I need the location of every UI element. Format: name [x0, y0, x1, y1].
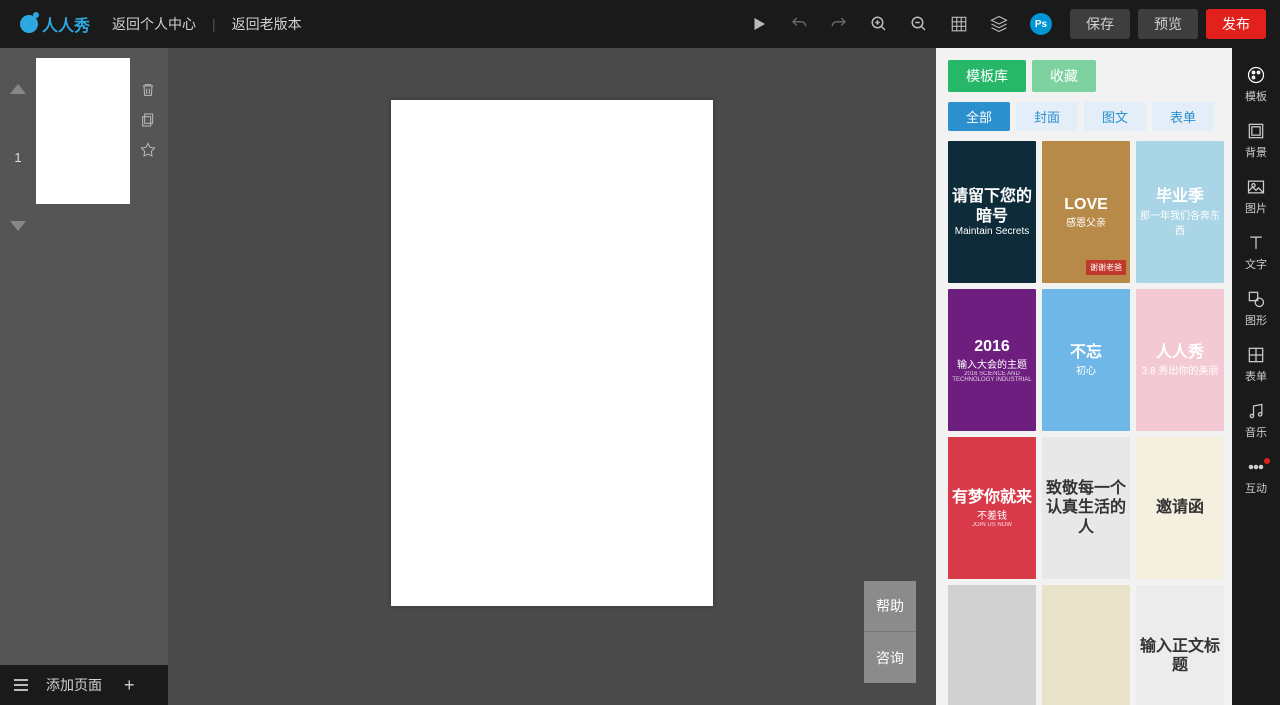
logo-text: 人人秀 — [42, 12, 90, 36]
template-panel: 模板库 收藏 全部 封面 图文 表单 请留下您的暗号Maintain Secre… — [936, 48, 1232, 705]
photoshop-icon[interactable]: Ps — [1030, 13, 1052, 35]
add-page-label[interactable]: 添加页面 — [46, 675, 102, 695]
delete-page-icon[interactable] — [140, 82, 156, 98]
template-card[interactable]: 请留下您的暗号Maintain Secrets — [948, 141, 1036, 283]
undo-icon[interactable] — [790, 15, 808, 33]
layers-icon[interactable] — [990, 15, 1008, 33]
sidebar-label: 图片 — [1245, 200, 1267, 216]
template-card[interactable]: LOVE感恩父亲谢谢老爸 — [1042, 141, 1130, 283]
template-card[interactable]: 致敬每一个认真生活的人 — [1042, 437, 1130, 579]
filter-cover[interactable]: 封面 — [1016, 102, 1078, 131]
consult-button[interactable]: 咨询 — [864, 632, 916, 683]
bottom-bar: 添加页面 + — [0, 665, 168, 705]
sidebar-item-music[interactable]: 音乐 — [1232, 392, 1280, 448]
preview-button[interactable]: 预览 — [1138, 9, 1198, 39]
template-card[interactable] — [1042, 585, 1130, 705]
play-icon[interactable] — [750, 15, 768, 33]
page-thumbnail[interactable] — [36, 58, 130, 204]
template-card[interactable]: 不忘初心 — [1042, 289, 1130, 431]
logo[interactable]: 人人秀 — [0, 12, 100, 36]
template-card[interactable]: 有梦你就来不差钱JOIN US NOW — [948, 437, 1036, 579]
sidebar-label: 表单 — [1245, 368, 1267, 384]
help-button[interactable]: 帮助 — [864, 581, 916, 632]
sidebar-item-square[interactable]: 背景 — [1232, 112, 1280, 168]
sidebar-label: 背景 — [1245, 144, 1267, 160]
page-canvas[interactable] — [391, 100, 713, 606]
sidebar-item-shape[interactable]: 图形 — [1232, 280, 1280, 336]
template-card[interactable]: 2016输入大会的主题2016 SCIENCE AND TECHNOLOGY I… — [948, 289, 1036, 431]
pages-panel: 1 — [0, 48, 168, 665]
page-down-icon[interactable] — [10, 221, 26, 231]
sidebar-item-image[interactable]: 图片 — [1232, 168, 1280, 224]
notification-dot-icon — [1264, 458, 1270, 464]
sidebar-label: 模板 — [1245, 88, 1267, 104]
redo-icon[interactable] — [830, 15, 848, 33]
old-version-link[interactable]: 返回老版本 — [220, 14, 314, 34]
template-card[interactable]: 毕业季那一年我们各奔东西 — [1136, 141, 1224, 283]
filter-form[interactable]: 表单 — [1152, 102, 1214, 131]
menu-icon[interactable] — [14, 679, 28, 691]
logo-bird-icon — [20, 15, 38, 33]
tab-favorites[interactable]: 收藏 — [1032, 60, 1096, 92]
page-up-icon[interactable] — [10, 84, 26, 94]
template-card[interactable] — [948, 585, 1036, 705]
sidebar-label: 文字 — [1245, 256, 1267, 272]
favorite-page-icon[interactable] — [140, 142, 156, 158]
sidebar-label: 图形 — [1245, 312, 1267, 328]
duplicate-page-icon[interactable] — [140, 112, 156, 128]
page-number-label: 1 — [14, 150, 21, 165]
add-page-plus-icon[interactable]: + — [124, 675, 135, 696]
save-button[interactable]: 保存 — [1070, 9, 1130, 39]
template-card[interactable]: 邀请函 — [1136, 437, 1224, 579]
zoom-in-icon[interactable] — [870, 15, 888, 33]
filter-all[interactable]: 全部 — [948, 102, 1010, 131]
sidebar-item-dots[interactable]: 互动 — [1232, 448, 1280, 504]
tab-template-library[interactable]: 模板库 — [948, 60, 1026, 92]
sidebar-item-text[interactable]: 文字 — [1232, 224, 1280, 280]
panel-arrow-icon — [1224, 62, 1232, 78]
sidebar-label: 音乐 — [1245, 424, 1267, 440]
template-card[interactable]: 输入正文标题 — [1136, 585, 1224, 705]
sidebar-label: 互动 — [1245, 480, 1267, 496]
zoom-out-icon[interactable] — [910, 15, 928, 33]
sidebar-item-palette[interactable]: 模板 — [1232, 56, 1280, 112]
divider: | — [208, 16, 220, 32]
publish-button[interactable]: 发布 — [1206, 9, 1266, 39]
top-bar: 人人秀 返回个人中心 | 返回老版本 Ps 保存 预览 发布 — [0, 0, 1280, 48]
right-sidebar: 模板背景图片文字图形表单音乐互动 — [1232, 48, 1280, 705]
template-card[interactable]: 人人秀3.8 秀出你的美丽 — [1136, 289, 1224, 431]
filter-imgtext[interactable]: 图文 — [1084, 102, 1146, 131]
back-to-center-link[interactable]: 返回个人中心 — [100, 14, 208, 34]
sidebar-item-grid[interactable]: 表单 — [1232, 336, 1280, 392]
canvas-area — [168, 48, 936, 705]
grid-icon[interactable] — [950, 15, 968, 33]
